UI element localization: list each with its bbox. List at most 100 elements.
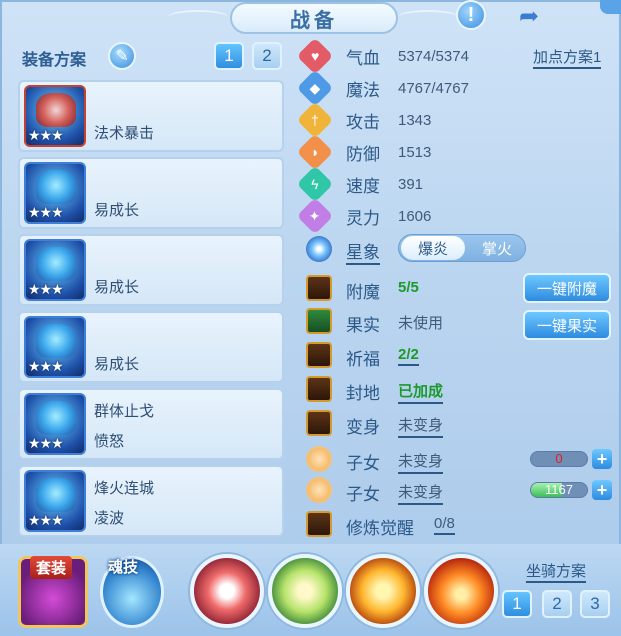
- edit-icon[interactable]: ✎: [108, 42, 136, 70]
- sword-icon: †: [296, 101, 334, 139]
- constellation-icon: [306, 236, 332, 262]
- star-rating: ★★★: [28, 435, 64, 451]
- stat-row-attack: † 攻击 1343: [296, 101, 431, 139]
- child-2-progress-bar: 1167: [530, 482, 588, 498]
- equip-slot-4[interactable]: ★★★ 易成长: [18, 311, 284, 383]
- constellation-link[interactable]: 星象: [346, 238, 380, 265]
- toggle-option-inactive[interactable]: 掌火: [469, 236, 525, 260]
- child-2-progress-text: 1167: [545, 482, 573, 497]
- constellation-toggle[interactable]: 爆炎 掌火: [398, 234, 526, 262]
- heart-icon: ♥: [296, 37, 334, 75]
- close-corner-button[interactable]: [600, 0, 621, 14]
- feature-value[interactable]: 0/8: [434, 515, 455, 535]
- equip-shoes-icon: ★★★: [24, 470, 86, 532]
- title-ornament-left: [168, 10, 228, 24]
- feature-value: 5/5: [398, 279, 419, 296]
- mount-scheme-2-button[interactable]: 2: [542, 590, 572, 618]
- equip-belt-icon: ★★★: [24, 393, 86, 455]
- star-rating: ★★★: [28, 204, 64, 220]
- feature-value: 未使用: [398, 315, 444, 332]
- addpoint-scheme-link[interactable]: 加点方案1: [533, 46, 602, 69]
- equip-scheme-1-button[interactable]: 1: [214, 42, 244, 70]
- stat-value: 1343: [398, 111, 432, 129]
- transform-icon: [306, 410, 332, 436]
- page-title: 战备: [290, 9, 338, 32]
- blessing-icon: [306, 342, 332, 368]
- feature-name: 祈福: [346, 350, 380, 369]
- child-2-add-button[interactable]: +: [592, 480, 612, 500]
- child-1-add-button[interactable]: +: [592, 449, 612, 469]
- equip-art: [36, 478, 76, 512]
- equip-attr-1: 烽火连城: [94, 480, 155, 497]
- equip-art: [36, 170, 76, 204]
- skill-slot-4[interactable]: [424, 554, 498, 628]
- equip-scheme-2-button[interactable]: 2: [252, 42, 282, 70]
- feature-name: 修炼觉醒: [346, 519, 414, 538]
- stat-name: 气血: [346, 48, 380, 68]
- skill-slot-1[interactable]: [190, 554, 264, 628]
- equip-weapon-icon: ★★★: [24, 85, 86, 147]
- shield-icon: ◗: [296, 133, 334, 171]
- skill-slot-3[interactable]: [346, 554, 420, 628]
- magic-icon: ◆: [296, 69, 334, 107]
- title-banner: 战备: [230, 2, 398, 34]
- equip-attr-1: 群体止戈: [94, 403, 155, 420]
- stat-name: 攻击: [346, 112, 380, 132]
- star-rating: ★★★: [28, 127, 64, 143]
- equip-attr-2: 愤怒: [94, 433, 125, 450]
- feature-value[interactable]: 未变身: [398, 450, 444, 474]
- equip-slot-1[interactable]: ★★★ 法术暴击: [18, 80, 284, 152]
- equip-art: [36, 324, 76, 358]
- stat-name: 防御: [346, 144, 380, 164]
- equip-helmet-icon: ★★★: [24, 162, 86, 224]
- star-rating: ★★★: [28, 358, 64, 374]
- equip-scheme-label: 装备方案: [22, 52, 87, 69]
- equip-slot-6[interactable]: ★★★ 烽火连城 凌波: [18, 465, 284, 537]
- soul-skill-label: 魂技: [108, 559, 139, 576]
- title-ornament-right: [398, 10, 458, 24]
- toggle-option-active[interactable]: 爆炎: [401, 236, 465, 260]
- suit-label: 套装: [30, 556, 73, 579]
- equip-art: [36, 247, 76, 281]
- stat-row-hp: ♥ 气血 5374/5374: [296, 37, 469, 75]
- feature-value[interactable]: 2/2: [398, 346, 419, 366]
- stat-value: 1606: [398, 207, 432, 225]
- share-icon[interactable]: ➦: [512, 2, 546, 30]
- feature-value[interactable]: 未变身: [398, 414, 444, 438]
- fruit-all-button[interactable]: 一键果实: [523, 310, 611, 340]
- child-face-icon: [306, 477, 332, 503]
- stat-value: 4767/4767: [398, 79, 469, 97]
- feature-value[interactable]: 未变身: [398, 481, 444, 505]
- child-1-progress-bar: 0: [530, 451, 588, 467]
- feature-name: 子女: [346, 485, 380, 504]
- equip-slot-5[interactable]: ★★★ 群体止戈 愤怒: [18, 388, 284, 460]
- child-face-icon: [306, 446, 332, 472]
- enchant-all-button[interactable]: 一键附魔: [523, 273, 611, 303]
- equip-attr-1: 易成长: [94, 202, 140, 219]
- equip-slot-2[interactable]: ★★★ 易成长: [18, 157, 284, 229]
- equip-art: [36, 401, 76, 435]
- equip-slot-3[interactable]: ★★★ 易成长: [18, 234, 284, 306]
- stat-value: 1513: [398, 143, 432, 161]
- help-icon[interactable]: !: [456, 0, 486, 30]
- equip-necklace-icon: ★★★: [24, 316, 86, 378]
- equip-attr-1: 易成长: [94, 356, 140, 373]
- feature-name: 果实: [346, 316, 380, 335]
- star-rating: ★★★: [28, 512, 64, 528]
- stat-value: 5374/5374: [398, 47, 469, 65]
- cultivation-icon: [306, 511, 332, 537]
- feature-value[interactable]: 已加成: [398, 380, 444, 404]
- mount-scheme-1-button[interactable]: 1: [502, 590, 532, 618]
- child-1-progress-text: 0: [555, 451, 563, 466]
- mount-scheme-3-button[interactable]: 3: [580, 590, 610, 618]
- feature-name: 附魔: [346, 283, 380, 302]
- stat-name: 灵力: [346, 208, 380, 228]
- feature-name: 封地: [346, 384, 380, 403]
- stat-row-spirit: ✦ 灵力 1606: [296, 197, 431, 235]
- stat-name: 魔法: [346, 80, 380, 100]
- fruit-icon: [306, 308, 332, 334]
- stat-row-speed: ϟ 速度 391: [296, 165, 423, 203]
- skill-slot-2[interactable]: [268, 554, 342, 628]
- mount-scheme-label[interactable]: 坐骑方案: [526, 560, 587, 583]
- speed-icon: ϟ: [296, 165, 334, 203]
